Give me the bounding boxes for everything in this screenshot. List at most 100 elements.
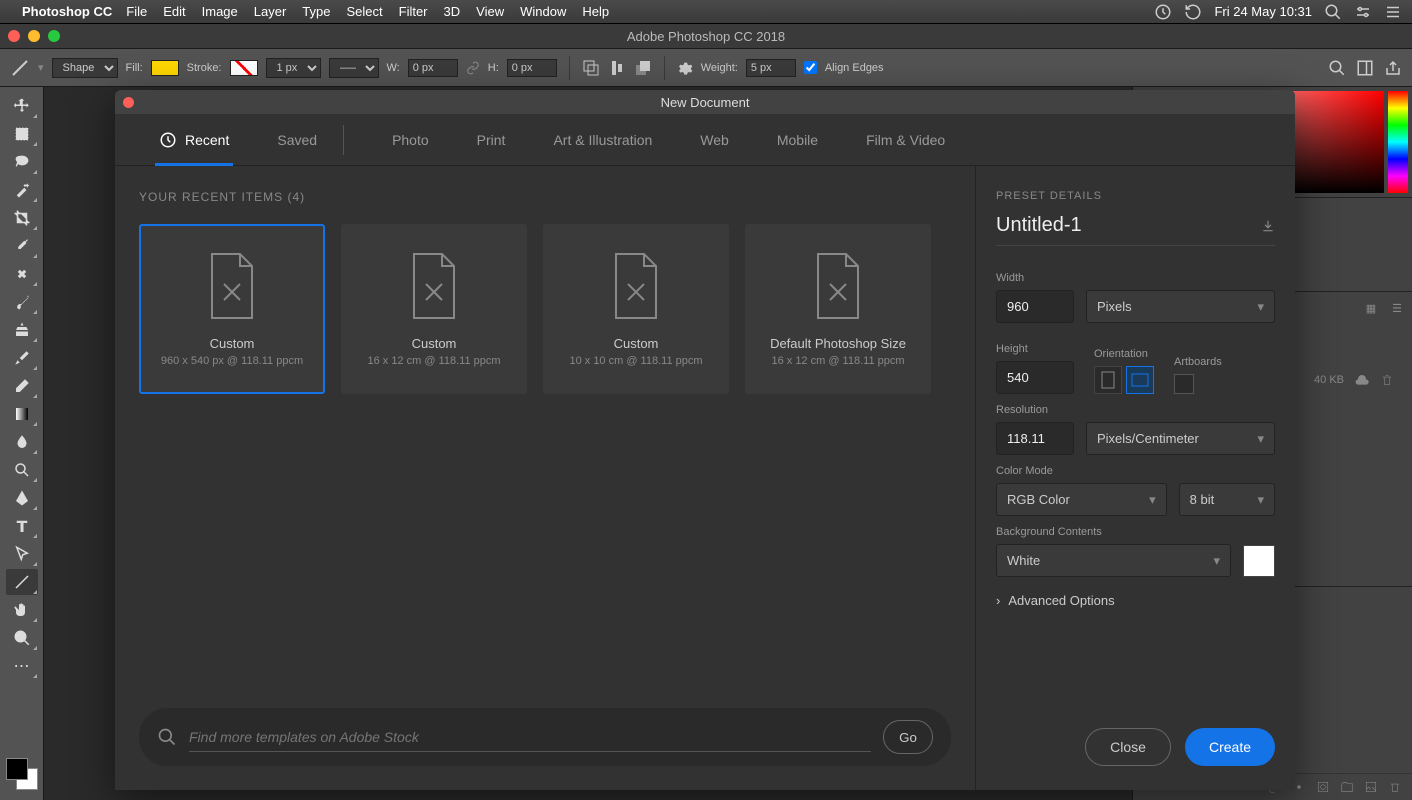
fill-swatch[interactable] [151,60,179,76]
weight-input[interactable] [746,59,796,77]
grid-view-icon[interactable]: ▦ [1366,302,1376,315]
color-swatches[interactable] [6,758,38,790]
menu-type[interactable]: Type [302,4,330,19]
height-input[interactable] [507,59,557,77]
align-edges-checkbox[interactable] [804,61,817,74]
stroke-swatch[interactable] [230,60,258,76]
preset-card[interactable]: Custom 16 x 12 cm @ 118.11 ppcm [341,224,527,394]
history-icon[interactable] [1184,3,1202,21]
artboards-checkbox[interactable] [1174,374,1194,394]
menu-help[interactable]: Help [582,4,609,19]
workspace-icon[interactable] [1356,59,1374,77]
template-search-input[interactable] [189,723,871,752]
foreground-color-swatch[interactable] [6,758,28,780]
preset-card[interactable]: Custom 10 x 10 cm @ 118.11 ppcm [543,224,729,394]
link-icon[interactable] [466,61,480,75]
resolution-value-input[interactable] [996,422,1074,455]
dodge-tool[interactable] [6,457,38,483]
magic-wand-tool[interactable] [6,177,38,203]
width-value-input[interactable] [996,290,1074,323]
notifications-icon[interactable] [1384,3,1402,21]
go-button[interactable]: Go [883,720,933,754]
advanced-options-toggle[interactable]: › Advanced Options [996,593,1275,608]
height-value-input[interactable] [996,361,1074,394]
save-preset-icon[interactable] [1261,216,1275,236]
app-name[interactable]: Photoshop CC [22,4,112,19]
bit-depth-select[interactable]: 8 bit [1179,483,1275,516]
window-maximize-button[interactable] [48,30,60,42]
eyedropper-tool[interactable] [6,233,38,259]
shape-mode-select[interactable]: Shape [52,58,118,78]
tab-recent[interactable]: Recent [135,114,253,166]
resolution-unit-select[interactable]: Pixels/Centimeter [1086,422,1275,455]
menu-3d[interactable]: 3D [444,4,461,19]
menu-edit[interactable]: Edit [163,4,185,19]
search-icon[interactable] [1328,59,1346,77]
tab-mobile[interactable]: Mobile [753,114,842,166]
tab-print[interactable]: Print [453,114,530,166]
history-brush-tool[interactable] [6,345,38,371]
type-tool[interactable] [6,513,38,539]
hue-slider[interactable] [1388,91,1408,193]
brush-tool[interactable] [6,289,38,315]
width-unit-select[interactable]: Pixels [1086,290,1275,323]
width-input[interactable] [408,59,458,77]
trash-icon[interactable] [1380,373,1394,387]
move-tool[interactable] [6,93,38,119]
create-button[interactable]: Create [1185,728,1275,766]
blur-tool[interactable] [6,429,38,455]
lasso-tool[interactable] [6,149,38,175]
pen-tool[interactable] [6,485,38,511]
layer-mask-icon[interactable] [1316,780,1330,794]
tab-art[interactable]: Art & Illustration [529,114,676,166]
menu-filter[interactable]: Filter [399,4,428,19]
tab-web[interactable]: Web [676,114,753,166]
window-minimize-button[interactable] [28,30,40,42]
list-view-icon[interactable]: ☰ [1392,302,1402,315]
share-icon[interactable] [1384,59,1402,77]
stroke-style-select[interactable]: —— [329,58,379,78]
bg-color-swatch[interactable] [1243,545,1275,577]
clone-stamp-tool[interactable] [6,317,38,343]
tab-film[interactable]: Film & Video [842,114,969,166]
path-align-icon[interactable] [608,59,626,77]
marquee-tool[interactable] [6,121,38,147]
eraser-tool[interactable] [6,373,38,399]
tab-saved[interactable]: Saved [253,114,368,166]
menu-window[interactable]: Window [520,4,566,19]
new-layer-icon[interactable] [1364,780,1378,794]
preset-card[interactable]: Custom 960 x 540 px @ 118.11 ppcm [139,224,325,394]
menu-select[interactable]: Select [346,4,382,19]
delete-layer-icon[interactable] [1388,780,1402,794]
preset-card[interactable]: Default Photoshop Size 16 x 12 cm @ 118.… [745,224,931,394]
gradient-tool[interactable] [6,401,38,427]
menu-view[interactable]: View [476,4,504,19]
path-combine-icon[interactable] [582,59,600,77]
tab-photo[interactable]: Photo [368,114,453,166]
crop-tool[interactable] [6,205,38,231]
spotlight-icon[interactable] [1324,3,1342,21]
edit-toolbar[interactable]: ⋯ [6,653,38,679]
bg-contents-select[interactable]: White [996,544,1231,577]
hand-tool[interactable] [6,597,38,623]
close-button[interactable]: Close [1085,728,1171,766]
color-mode-select[interactable]: RGB Color [996,483,1167,516]
line-tool[interactable] [6,569,38,595]
menu-image[interactable]: Image [202,4,238,19]
control-center-icon[interactable] [1354,3,1372,21]
zoom-tool[interactable] [6,625,38,651]
clock-icon[interactable] [1154,3,1172,21]
path-selection-tool[interactable] [6,541,38,567]
menu-file[interactable]: File [126,4,147,19]
tool-chevron-icon[interactable]: ▾ [38,61,44,74]
datetime[interactable]: Fri 24 May 10:31 [1214,4,1312,19]
orientation-landscape[interactable] [1126,366,1154,394]
stroke-width-select[interactable]: 1 px [266,58,321,78]
dialog-close-traffic-light[interactable] [123,97,134,108]
window-close-button[interactable] [8,30,20,42]
menu-layer[interactable]: Layer [254,4,287,19]
path-arrange-icon[interactable] [634,59,652,77]
document-name-input[interactable] [996,214,1261,237]
orientation-portrait[interactable] [1094,366,1122,394]
healing-tool[interactable] [6,261,38,287]
